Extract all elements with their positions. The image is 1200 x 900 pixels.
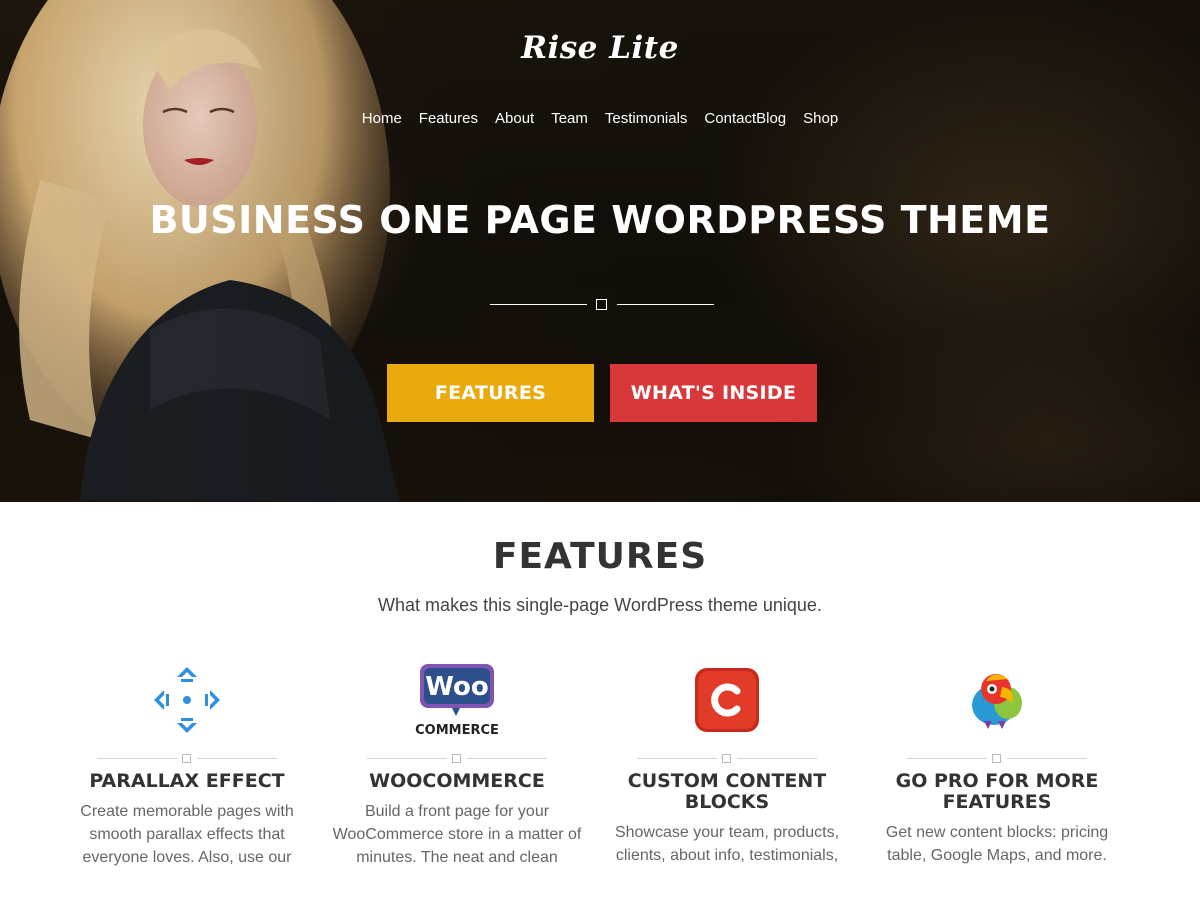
main-nav: Home Features About Team Testimonials Co… xyxy=(0,110,1200,127)
feature-text: Get new content blocks: pricing table, G… xyxy=(885,824,1109,864)
feature-go-pro: GO PRO FOR MORE FEATURES Get new content… xyxy=(867,660,1127,867)
nav-item-about[interactable]: About xyxy=(495,110,534,127)
hero-divider xyxy=(490,298,714,312)
parrot-mascot-icon xyxy=(972,674,1022,729)
hero-overlay xyxy=(0,0,1200,502)
feature-custom-content: CUSTOM CONTENT BLOCKS Showcase your team… xyxy=(597,660,857,867)
hero-section: Rise Lite Home Features About Team Testi… xyxy=(0,0,1200,502)
feature-divider xyxy=(367,752,547,766)
woocommerce-logo-icon: Woo COMMERCE xyxy=(415,664,499,738)
feature-title: CUSTOM CONTENT BLOCKS xyxy=(627,770,827,813)
svg-text:Woo: Woo xyxy=(425,672,488,702)
nav-item-team[interactable]: Team xyxy=(551,110,588,127)
feature-divider xyxy=(637,752,817,766)
site-logo[interactable]: Rise Lite xyxy=(0,30,1200,66)
features-button[interactable]: FEATURES xyxy=(387,364,594,422)
feature-text: Build a front page for your WooCommerce … xyxy=(332,803,582,866)
parallax-arrows-icon xyxy=(154,667,220,733)
feature-text: Create memorable pages with smooth paral… xyxy=(80,803,294,866)
nav-item-contact[interactable]: Contact xyxy=(704,110,756,127)
nav-item-features[interactable]: Features xyxy=(419,110,478,127)
feature-text: Showcase your team, products, clients, a… xyxy=(614,824,840,864)
feature-woocommerce: Woo COMMERCE WOOCOMMERCE Build a front p… xyxy=(327,660,587,869)
custom-content-c-icon xyxy=(695,668,759,732)
nav-item-testimonials[interactable]: Testimonials xyxy=(605,110,688,127)
features-heading: FEATURES xyxy=(492,536,708,577)
nav-item-home[interactable]: Home xyxy=(362,110,402,127)
feature-divider xyxy=(907,752,1087,766)
feature-title: WOOCOMMERCE xyxy=(369,770,545,792)
feature-parallax: PARALLAX EFFECT Create memorable pages w… xyxy=(57,660,317,869)
nav-item-shop[interactable]: Shop xyxy=(803,110,838,127)
features-subtitle: What makes this single-page WordPress th… xyxy=(378,595,822,615)
feature-title: GO PRO FOR MORE FEATURES xyxy=(895,770,1099,813)
whats-inside-button[interactable]: WHAT'S INSIDE xyxy=(610,364,817,422)
feature-divider xyxy=(97,752,277,766)
feature-title: PARALLAX EFFECT xyxy=(89,770,285,792)
hero-title: BUSINESS ONE PAGE WORDPRESS THEME xyxy=(149,198,1051,242)
svg-text:COMMERCE: COMMERCE xyxy=(415,723,499,738)
nav-item-blog[interactable]: Blog xyxy=(756,110,786,127)
